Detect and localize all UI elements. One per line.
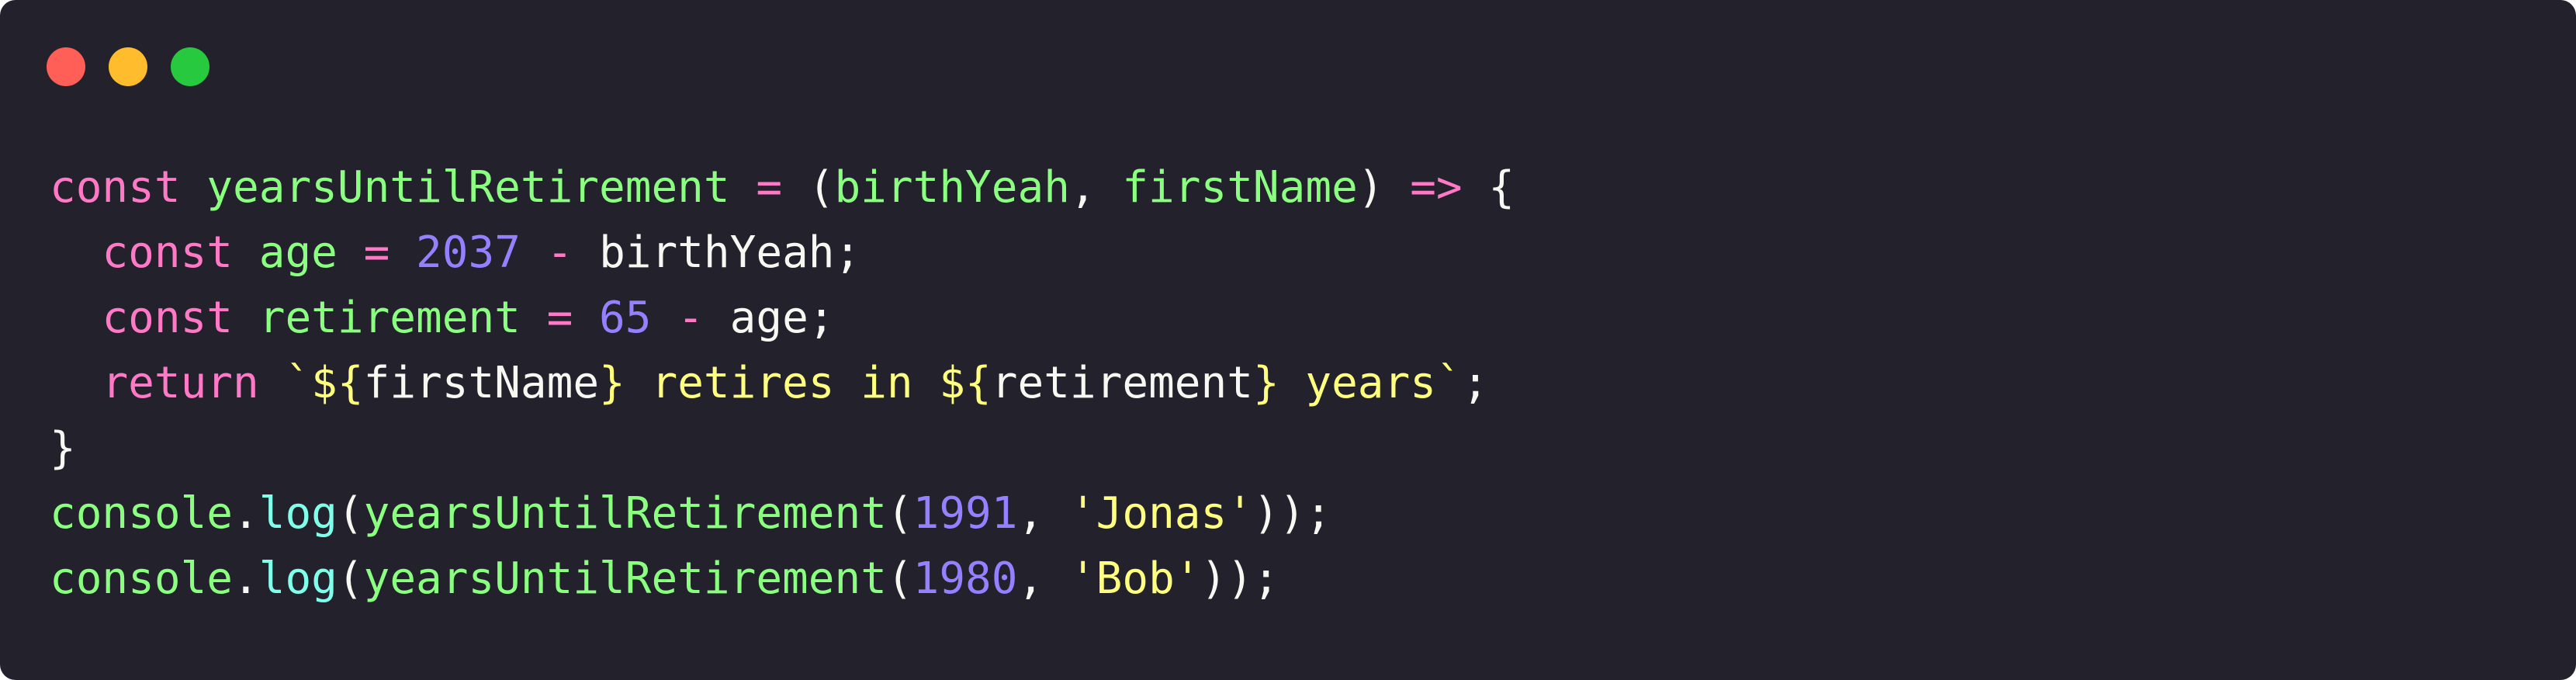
code-window: const yearsUntilRetirement = (birthYeah,… <box>0 0 2576 680</box>
code-token: )); <box>1252 488 1332 539</box>
code-token: , <box>1069 162 1123 213</box>
code-token: 65 <box>599 293 652 343</box>
code-token: ) <box>1357 162 1411 213</box>
code-token: - <box>546 227 573 278</box>
code-token: yearsUntilRetirement <box>363 553 887 604</box>
code-token: ( <box>337 553 364 604</box>
code-line: console.log(yearsUntilRetirement(1980, '… <box>50 546 1515 612</box>
close-window-button[interactable] <box>47 47 85 86</box>
code-token: } years` <box>1252 358 1463 408</box>
code-token: age <box>729 293 808 343</box>
code-token: age <box>258 227 338 278</box>
code-line: const retirement = 65 - age; <box>50 286 1515 351</box>
code-token: ; <box>808 293 835 343</box>
code-token: retirement <box>991 358 1253 408</box>
code-token: ; <box>1462 358 1489 408</box>
code-token: yearsUntilRetirement <box>206 162 730 213</box>
code-token: log <box>258 488 338 539</box>
code-token: - <box>677 293 704 343</box>
code-token: const <box>102 293 234 343</box>
code-line: const yearsUntilRetirement = (birthYeah,… <box>50 155 1515 220</box>
code-token: . <box>233 553 259 604</box>
code-token: { <box>1462 162 1515 213</box>
code-token: 2037 <box>416 227 521 278</box>
code-token: console <box>50 553 234 604</box>
code-token: ( <box>782 162 835 213</box>
code-token: . <box>233 488 259 539</box>
code-token: 'Bob' <box>1069 553 1201 604</box>
code-token: ( <box>337 488 364 539</box>
code-token: => <box>1410 162 1463 213</box>
code-token: = <box>363 227 390 278</box>
code-token: } retires in ${ <box>599 358 992 408</box>
code-line: } <box>50 416 1515 481</box>
code-token: firstName <box>363 358 600 408</box>
code-token: = <box>756 162 783 213</box>
code-token: ( <box>886 488 913 539</box>
code-line: return `${firstName} retires in ${retire… <box>50 351 1515 416</box>
code-token: birthYeah <box>599 227 835 278</box>
code-token: , <box>1017 553 1070 604</box>
code-line: const age = 2037 - birthYeah; <box>50 220 1515 286</box>
code-token: ( <box>886 553 913 604</box>
code-token: yearsUntilRetirement <box>363 488 887 539</box>
code-token: retirement <box>258 293 521 343</box>
code-token: `${ <box>285 358 364 408</box>
code-token: )); <box>1200 553 1279 604</box>
code-token: , <box>1017 488 1070 539</box>
code-token: const <box>50 162 181 213</box>
code-token: log <box>258 553 338 604</box>
code-block: const yearsUntilRetirement = (birthYeah,… <box>50 155 1515 612</box>
code-line: console.log(yearsUntilRetirement(1991, '… <box>50 481 1515 546</box>
code-token: const <box>102 227 234 278</box>
code-token: return <box>102 358 259 408</box>
code-token: = <box>546 293 573 343</box>
minimize-window-button[interactable] <box>109 47 147 86</box>
code-token: } <box>50 423 76 474</box>
maximize-window-button[interactable] <box>171 47 209 86</box>
code-token: 1991 <box>912 488 1018 539</box>
code-token: firstName <box>1122 162 1358 213</box>
code-token: 'Jonas' <box>1069 488 1253 539</box>
code-token: ; <box>834 227 861 278</box>
code-token: console <box>50 488 234 539</box>
code-token: 1980 <box>912 553 1018 604</box>
code-token: birthYeah <box>834 162 1070 213</box>
